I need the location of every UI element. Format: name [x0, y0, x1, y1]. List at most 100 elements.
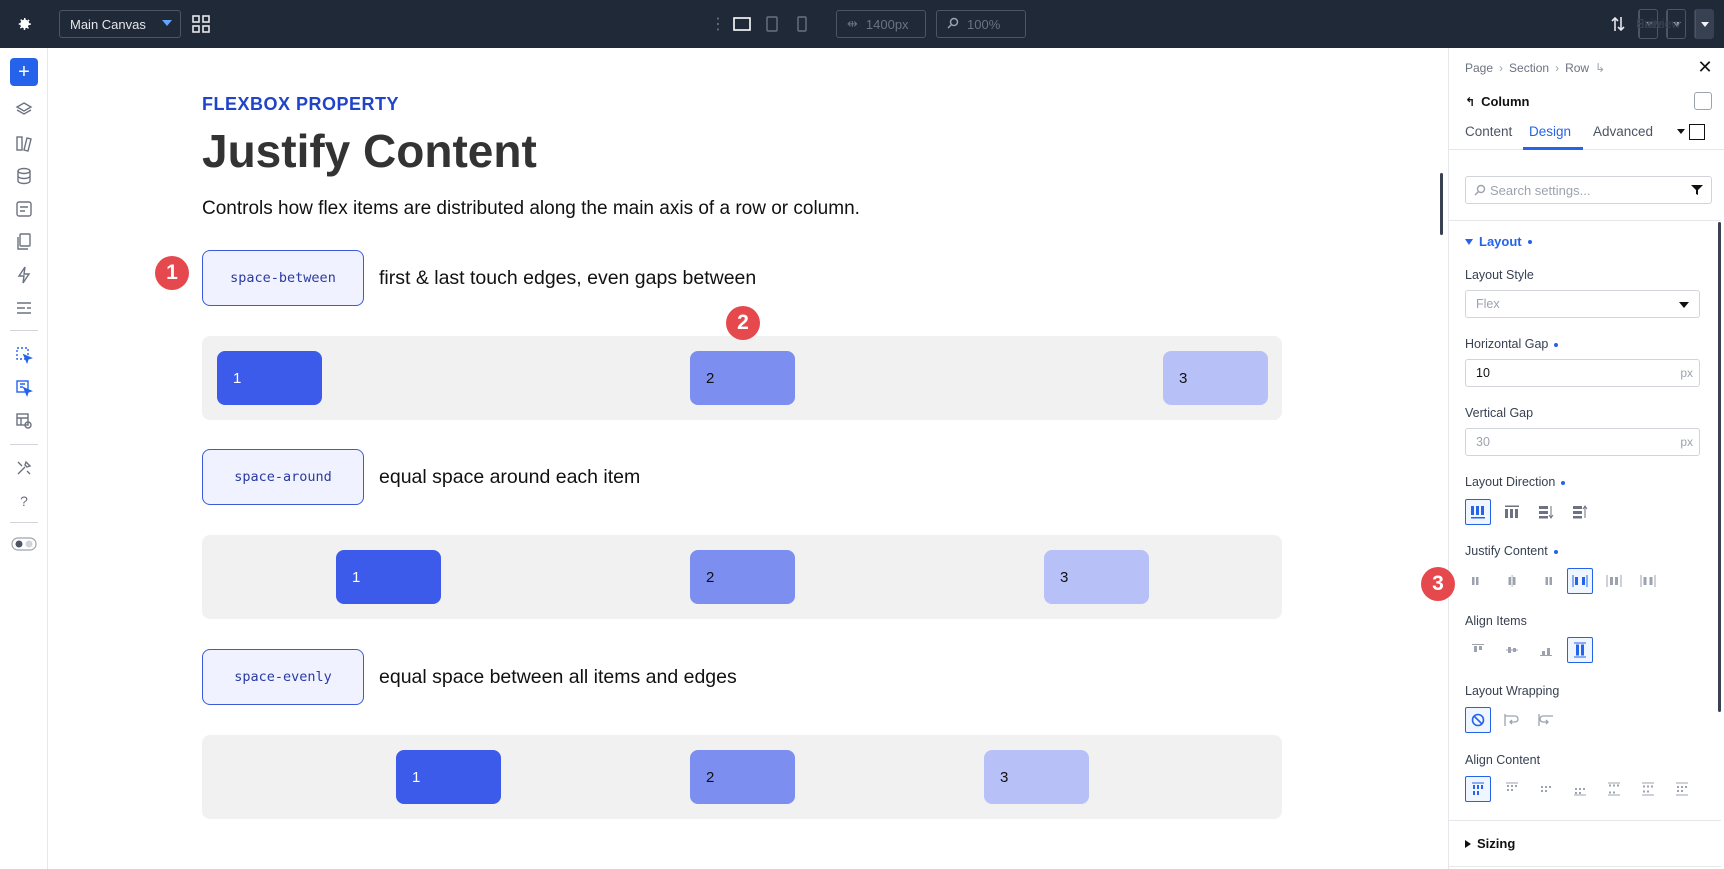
- chevron-right-icon: ›: [1499, 61, 1504, 75]
- flex-item: 2: [690, 750, 795, 804]
- phone-view-icon[interactable]: [792, 14, 812, 34]
- pointer-select-icon[interactable]: [10, 341, 38, 369]
- search-settings-input[interactable]: Search settings...: [1465, 176, 1712, 204]
- justify-start-icon[interactable]: [1465, 568, 1491, 594]
- close-icon[interactable]: ✕: [1696, 57, 1714, 77]
- align-stretch-icon[interactable]: [1567, 637, 1593, 663]
- desktop-view-icon[interactable]: [732, 14, 752, 34]
- filter-icon[interactable]: [1691, 184, 1703, 199]
- settings-panel: Page › Section › Row ↳ ✕ ↰ Column Conten…: [1448, 48, 1724, 869]
- canvas-select[interactable]: Main Canvas: [59, 10, 181, 38]
- direction-row-icon[interactable]: [1465, 499, 1491, 525]
- save-dropdown-icon[interactable]: [1695, 10, 1713, 38]
- database-icon[interactable]: [10, 162, 38, 190]
- sidebar-divider: [10, 330, 38, 331]
- theme-builder-icon[interactable]: [10, 407, 38, 435]
- vertical-gap-input[interactable]: 30 px: [1465, 428, 1700, 456]
- unit-label[interactable]: px: [1680, 366, 1693, 380]
- add-element-icon[interactable]: +: [10, 58, 38, 86]
- justify-space-between-icon[interactable]: [1567, 568, 1593, 594]
- canvas-width-field[interactable]: ⇹ 1400px: [836, 10, 926, 38]
- tab-content[interactable]: Content: [1465, 124, 1512, 139]
- example-description: equal space between all items and edges: [379, 666, 737, 688]
- align-end-icon[interactable]: [1533, 637, 1559, 663]
- unit-label[interactable]: px: [1680, 435, 1693, 449]
- direction-column-icon[interactable]: [1533, 499, 1559, 525]
- align-content-space-between-icon[interactable]: [1601, 776, 1627, 802]
- no-wrap-icon[interactable]: [1465, 707, 1491, 733]
- panel-divider: [1449, 820, 1721, 821]
- undo-arrow-icon[interactable]: ↰: [1465, 95, 1475, 109]
- settings-gear-icon[interactable]: [12, 12, 36, 36]
- grid-icon[interactable]: [191, 14, 211, 34]
- vertical-gap-label: Vertical Gap: [1465, 406, 1534, 420]
- breadcrumb-item-page[interactable]: Page: [1465, 61, 1493, 75]
- zoom-field[interactable]: 100%: [936, 10, 1026, 38]
- align-center-icon[interactable]: [1499, 637, 1525, 663]
- modified-dot: [1553, 549, 1558, 554]
- justify-space-evenly-icon[interactable]: [1635, 568, 1661, 594]
- chevron-down-icon: [162, 20, 172, 26]
- align-content-stretch-icon[interactable]: [1465, 776, 1491, 802]
- wrap-icon[interactable]: [1499, 707, 1525, 733]
- breadcrumb-item-row[interactable]: Row: [1565, 61, 1589, 75]
- align-content-start-icon[interactable]: [1499, 776, 1525, 802]
- canvas-scrollbar[interactable]: [1440, 173, 1443, 235]
- flex-demo-space-between: 1 2 3: [202, 336, 1282, 420]
- tools-icon[interactable]: [10, 454, 38, 482]
- justify-end-icon[interactable]: [1533, 568, 1559, 594]
- panel-scrollbar[interactable]: [1718, 222, 1721, 712]
- layout-wrapping-label: Layout Wrapping: [1465, 684, 1560, 698]
- panel-divider: [1449, 220, 1721, 221]
- layout-style-select[interactable]: Flex: [1465, 290, 1700, 318]
- direction-column-reverse-icon[interactable]: [1567, 499, 1593, 525]
- align-content-space-around-icon[interactable]: [1635, 776, 1661, 802]
- view-controls: ⋮ ⇹ 1400px 100%: [710, 10, 1026, 38]
- panel-options-icon[interactable]: [1694, 92, 1712, 110]
- width-arrows-icon: ⇹: [847, 16, 858, 31]
- layout-direction-options: [1465, 499, 1593, 525]
- align-content-end-icon[interactable]: [1567, 776, 1593, 802]
- search-icon: [1474, 184, 1486, 199]
- help-icon[interactable]: ?: [10, 487, 38, 515]
- layout-style-label: Layout Style: [1465, 268, 1534, 282]
- sidebar-divider: [10, 444, 38, 445]
- horizontal-gap-text: Horizontal Gap: [1465, 337, 1549, 351]
- lightning-icon[interactable]: [10, 261, 38, 289]
- more-vertical-icon[interactable]: ⋮: [710, 14, 726, 34]
- layout-direction-text: Layout Direction: [1465, 475, 1556, 489]
- forms-icon[interactable]: [10, 195, 38, 223]
- dark-mode-toggle-icon[interactable]: [10, 530, 38, 558]
- wrap-reverse-icon[interactable]: [1533, 707, 1559, 733]
- section-header-layout[interactable]: Layout: [1465, 234, 1532, 249]
- annotation-marker-3: 3: [1421, 567, 1455, 601]
- breadcrumb-item-section[interactable]: Section: [1509, 61, 1549, 75]
- direction-row-reverse-icon[interactable]: [1499, 499, 1525, 525]
- align-start-icon[interactable]: [1465, 637, 1491, 663]
- tab-design[interactable]: Design: [1529, 124, 1571, 139]
- save-button[interactable]: Save: [1636, 9, 1714, 39]
- justify-center-icon[interactable]: [1499, 568, 1525, 594]
- tab-advanced[interactable]: Advanced: [1593, 124, 1653, 139]
- sections-icon[interactable]: [10, 294, 38, 322]
- horizontal-gap-input[interactable]: 10 px: [1465, 359, 1700, 387]
- align-items-options: [1465, 637, 1593, 663]
- layers-icon[interactable]: [10, 96, 38, 124]
- layout-wrapping-options: [1465, 707, 1559, 733]
- align-content-space-evenly-icon[interactable]: [1669, 776, 1695, 802]
- tablet-view-icon[interactable]: [762, 14, 782, 34]
- preset-square-icon[interactable]: [1689, 124, 1705, 140]
- element-title-label: Column: [1481, 94, 1530, 109]
- pages-icon[interactable]: [10, 228, 38, 256]
- flex-item: 1: [336, 550, 441, 604]
- align-content-center-icon[interactable]: [1533, 776, 1559, 802]
- modified-dot: [1561, 480, 1566, 485]
- flex-item: 3: [1163, 351, 1268, 405]
- design-library-icon[interactable]: [10, 129, 38, 157]
- justify-space-around-icon[interactable]: [1601, 568, 1627, 594]
- section-header-sizing[interactable]: Sizing: [1465, 836, 1515, 851]
- tabs-dropdown-icon[interactable]: [1677, 129, 1685, 134]
- flex-item: 2: [690, 351, 795, 405]
- element-title: ↰ Column: [1465, 94, 1529, 109]
- multi-select-icon[interactable]: [10, 374, 38, 402]
